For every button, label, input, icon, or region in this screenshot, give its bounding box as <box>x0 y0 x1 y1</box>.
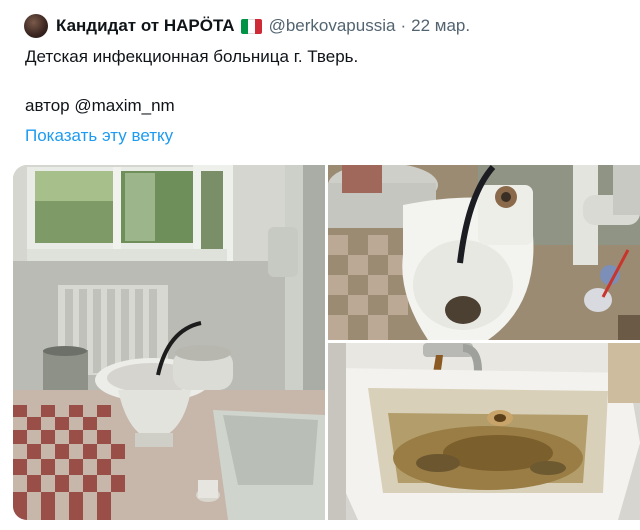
avatar[interactable] <box>24 14 48 38</box>
tweet-text-author-credit: автор @maxim_nm <box>25 96 175 115</box>
photo-rusty-sink[interactable] <box>328 343 640 520</box>
photo-rusty-sink-image <box>328 343 640 520</box>
photo-toilet-closeup[interactable] <box>328 165 640 340</box>
photo-bathroom-window[interactable] <box>13 165 325 520</box>
tweet-date[interactable]: 22 мар. <box>411 16 470 36</box>
tweet-header: Кандидат от НАРӦТА @berkovapussia · 22 м… <box>24 12 470 40</box>
show-thread-link[interactable]: Показать эту ветку <box>25 126 173 146</box>
photo-bathroom-window-image <box>13 165 325 520</box>
media-grid <box>13 165 640 520</box>
tweet-text-line: Детская инфекционная больница г. Тверь. <box>25 47 359 66</box>
author-display-name[interactable]: Кандидат от НАРӦТА <box>56 16 235 36</box>
tweet-card: Кандидат от НАРӦТА @berkovapussia · 22 м… <box>0 0 640 530</box>
photo-toilet-closeup-image <box>328 165 640 340</box>
author-handle[interactable]: @berkovapussia <box>269 16 396 36</box>
separator-dot: · <box>400 16 407 35</box>
italy-flag-icon <box>240 18 262 34</box>
